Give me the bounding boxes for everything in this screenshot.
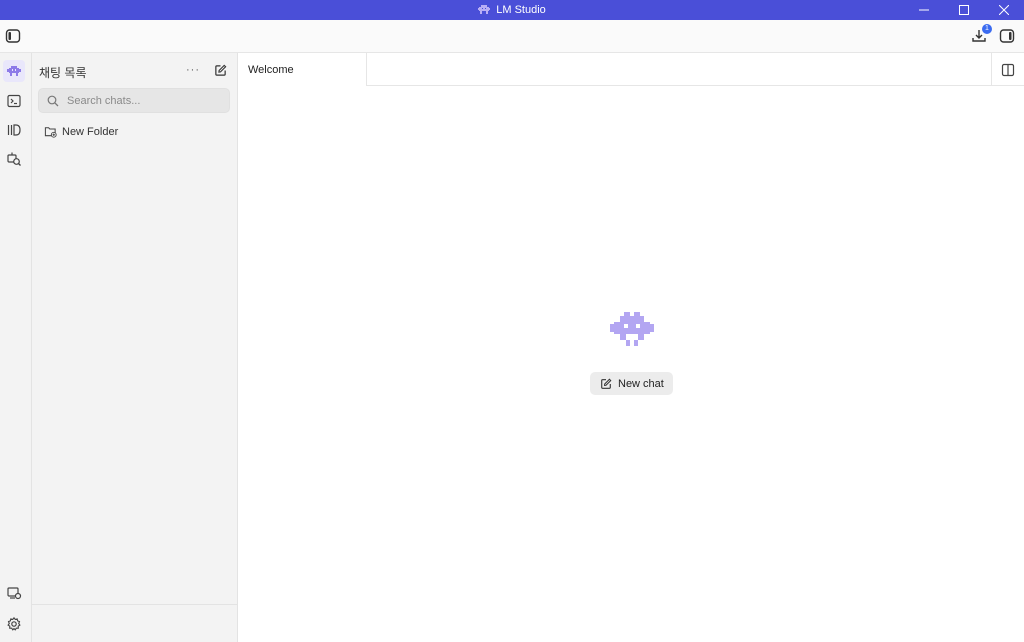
minimize-button[interactable] [904,0,944,20]
top-toolbar: 1 [0,20,1024,53]
tab-bar: Welcome [238,53,1024,86]
title-bar: LM Studio [0,0,1024,20]
split-view-icon [1001,63,1015,76]
new-chat-label: New chat [618,377,664,390]
lm-studio-logo-icon [610,312,654,346]
close-icon [999,5,1009,15]
rail-item-settings[interactable] [3,613,25,635]
rail-item-chat[interactable] [3,60,25,82]
new-chat-sidebar-button[interactable] [212,62,228,78]
library-icon [7,124,21,136]
sidebar-footer-divider [32,604,237,605]
window-title: LM Studio [478,4,546,16]
app-logo-icon [478,5,491,14]
maximize-button[interactable] [944,0,984,20]
chat-list-sidebar: 채팅 목록 ··· New Folder [32,53,238,642]
window-title-text: LM Studio [496,4,546,16]
sidebar-title: 채팅 목록 [39,66,87,80]
search-box[interactable] [38,88,230,113]
server-status-icon [7,587,22,600]
tab-welcome[interactable]: Welcome [238,53,367,86]
toggle-sidebar-button[interactable] [4,27,22,45]
rail-item-developer[interactable] [3,90,25,112]
gear-icon [7,616,21,631]
edit-icon [214,64,226,76]
rail-item-models[interactable] [3,119,25,141]
minimize-icon [919,9,929,11]
rail-item-server[interactable] [3,582,25,604]
terminal-icon [7,94,21,108]
new-folder-icon [44,127,57,138]
downloads-button[interactable]: 1 [970,24,992,45]
window-controls [904,0,1024,20]
right-panel-icon [999,29,1015,43]
folder-item[interactable]: New Folder [44,125,118,138]
tab-label: Welcome [248,63,294,76]
edit-icon [601,378,612,389]
new-chat-button[interactable]: New chat [590,372,673,395]
split-view-button[interactable] [991,53,1024,86]
toggle-right-panel-button[interactable] [998,27,1016,45]
robot-icon [7,66,21,76]
main-content: New chat [238,86,1024,642]
more-options-button[interactable]: ··· [185,62,201,78]
nav-rail [0,53,32,642]
maximize-icon [959,5,969,15]
search-icon [47,95,59,106]
rail-item-discover[interactable] [3,148,25,170]
downloads-badge: 1 [982,24,992,34]
folder-label: New Folder [62,125,119,138]
close-button[interactable] [984,0,1024,20]
search-input[interactable] [67,94,217,107]
discover-icon [7,152,21,166]
sidebar-toggle-icon [5,29,21,43]
